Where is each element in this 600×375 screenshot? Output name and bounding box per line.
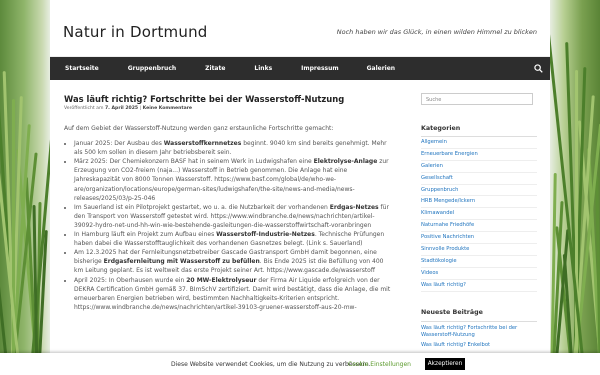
category-link[interactable]: Videos (421, 268, 537, 280)
background-grass-left (0, 0, 50, 375)
recent-posts-title: Neueste Beiträge (421, 309, 537, 322)
post-intro: Auf dem Gebiet der Wasserstoff-Nutzung w… (64, 125, 334, 132)
category-link[interactable]: Gruppenbruch (421, 185, 537, 197)
sidebar: Suche Kategorien Allgemein Erneuerbare E… (421, 93, 537, 351)
sidebar-search-input[interactable]: Suche (421, 93, 533, 105)
nav-item-gruppenbruch[interactable]: Gruppenbruch (128, 57, 176, 80)
main-navigation: Startseite Gruppenbruch Zitate Links Imp… (50, 57, 550, 80)
category-link[interactable]: Gesellschaft (421, 173, 537, 185)
list-item-bold: Erdgas-Netzes (329, 203, 379, 211)
list-item: Im Sauerland ist ein Pilotprojekt gestar… (74, 203, 394, 230)
cookie-accept-button[interactable]: Akzeptieren (425, 358, 465, 370)
list-item: Januar 2025: Der Ausbau des Wasserstoffk… (74, 139, 394, 157)
nav-item-impressum[interactable]: Impressum (301, 57, 338, 80)
category-link[interactable]: Positive Nachrichten (421, 232, 537, 245)
categories-title: Kategorien (421, 125, 537, 137)
nav-item-links[interactable]: Links (254, 57, 272, 80)
nav-item-startseite[interactable]: Startseite (65, 57, 99, 80)
categories-list: Allgemein Erneuerbare Energien Galerien … (421, 137, 537, 292)
post-content-area: Was läuft richtig? Fortschritte bei der … (64, 94, 394, 312)
list-item-bold: Erdgasfernleitung mit Wasserstoff zu bef… (103, 258, 260, 266)
list-item-text: Im Sauerland ist ein Pilotprojekt gestar… (74, 203, 330, 211)
post-meta: Veröffentlicht am 7. April 2025 | Keine … (64, 106, 394, 111)
list-item: In Hamburg läuft ein Projekt zum Aufbau … (74, 230, 394, 248)
list-item: April 2025: In Oberhausen wurde ein 20 M… (74, 276, 394, 312)
category-link[interactable]: Was läuft richtig? (421, 280, 537, 292)
search-icon[interactable] (534, 64, 543, 73)
list-item: März 2025: Der Chemiekonzern BASF hat in… (74, 157, 394, 202)
nav-item-zitate[interactable]: Zitate (205, 57, 225, 80)
recent-post-link[interactable]: Was läuft richtig? Enkelbot (421, 342, 537, 352)
list-item-text: März 2025: Der Chemiekonzern BASF hat in… (74, 158, 314, 166)
category-link[interactable]: HRB Mengede/Ickern (421, 196, 537, 209)
category-link[interactable]: Klimawandel (421, 208, 537, 221)
background-grass-right (550, 0, 600, 375)
post-date[interactable]: 7. April 2025 (105, 106, 138, 111)
category-link[interactable]: Stadtökologie (421, 256, 537, 268)
list-item-bold: 20 MW-Elektrolyseur (186, 276, 257, 284)
category-link[interactable]: Naturnahe Friedhöfe (421, 220, 537, 233)
cookie-message: Diese Website verwendet Cookies, um die … (171, 361, 371, 368)
post-list: Januar 2025: Der Ausbau des Wasserstoffk… (64, 139, 394, 312)
site-header: Natur in Dortmund Noch haben wir das Glü… (50, 0, 550, 57)
recent-post-link[interactable]: Was läuft richtig? Fortschritte bei der … (421, 325, 537, 342)
list-item-text: April 2025: In Oberhausen wurde ein (74, 276, 187, 284)
cookie-consent-bar: Diese Website verwendet Cookies, um die … (0, 353, 600, 375)
post-title[interactable]: Was läuft richtig? Fortschritte bei der … (64, 94, 394, 104)
list-item-bold: Wasserstoff-Industrie-Netzes (216, 231, 315, 239)
category-link[interactable]: Allgemein (421, 137, 537, 149)
list-item-bold: Elektrolyse-Anlage (313, 158, 378, 166)
page-container: Natur in Dortmund Noch haben wir das Glü… (50, 0, 550, 375)
category-link[interactable]: Sinnvolle Produkte (421, 244, 537, 256)
list-item-bold: Wasserstoffkernnetzes (163, 140, 242, 148)
list-item-text: Januar 2025: Der Ausbau des (74, 140, 164, 148)
category-link[interactable]: Erneuerbare Energien (421, 149, 537, 161)
list-item: Am 12.3.2025 hat der Fernleitungsnetzbet… (74, 248, 394, 275)
category-link[interactable]: Galerien (421, 161, 537, 173)
post-body: Auf dem Gebiet der Wasserstoff-Nutzung w… (64, 124, 394, 312)
post-comments-link[interactable]: Keine Kommentare (143, 106, 192, 111)
cookie-settings-link[interactable]: Cookie Einstellungen (348, 361, 411, 368)
nav-item-galerien[interactable]: Galerien (367, 57, 395, 80)
post-meta-separator: | (139, 106, 142, 111)
list-item-text: In Hamburg läuft ein Projekt zum Aufbau … (74, 231, 217, 239)
post-meta-prefix: Veröffentlicht am (64, 106, 104, 111)
site-tagline: Noch haben wir das Glück, in einen wilde… (336, 28, 537, 36)
site-title[interactable]: Natur in Dortmund (63, 23, 208, 41)
recent-posts-list: Was läuft richtig? Fortschritte bei der … (421, 325, 537, 352)
